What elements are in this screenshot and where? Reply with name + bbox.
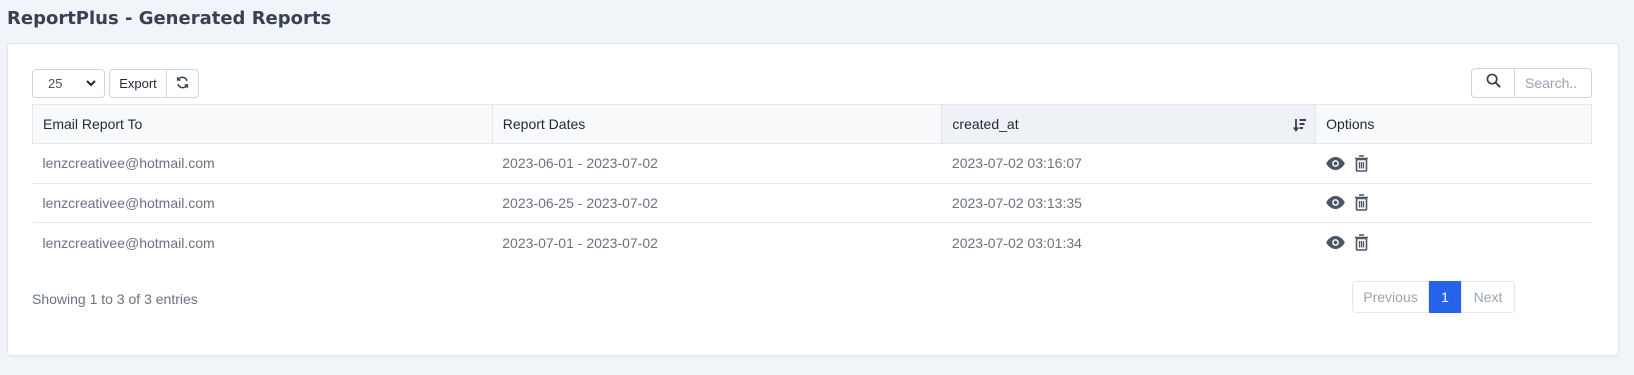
page-1-button[interactable]: 1 — [1429, 281, 1461, 313]
search-input[interactable] — [1515, 69, 1591, 97]
column-header-email[interactable]: Email Report To — [32, 104, 493, 144]
cell-email: lenzcreativee@hotmail.com — [42, 234, 215, 251]
trash-icon[interactable] — [1354, 234, 1369, 251]
column-header-created-at-label: created_at — [952, 116, 1019, 132]
cell-created-at: 2023-07-02 03:16:07 — [941, 143, 1316, 184]
cell-report-dates: 2023-06-25 - 2023-07-02 — [492, 183, 942, 223]
table-row: lenzcreativee@hotmail.com 2023-06-25 - 2… — [32, 183, 1592, 223]
search-button[interactable] — [1472, 69, 1515, 97]
cell-email: lenzcreativee@hotmail.com — [32, 183, 493, 223]
cell-created-at: 2023-07-02 03:13:35 — [941, 183, 1316, 223]
sort-desc-icon — [1293, 117, 1307, 133]
cell-email: lenzcreativee@hotmail.com — [32, 143, 493, 184]
page-title: ReportPlus - Generated Reports — [7, 8, 332, 29]
previous-page-button[interactable]: Previous — [1352, 281, 1429, 313]
page-length-value: 25 — [48, 76, 63, 91]
chevron-down-icon — [86, 78, 96, 90]
column-header-options: Options — [1315, 104, 1592, 144]
table-header-row: Email Report To Report Dates created_at — [32, 104, 1592, 144]
page-length-select[interactable]: 25 — [32, 69, 105, 98]
table-buttons: Export — [109, 69, 199, 98]
reports-table: Email Report To Report Dates created_at — [32, 104, 1592, 262]
trash-icon[interactable] — [1354, 154, 1369, 172]
eye-icon[interactable] — [1325, 236, 1345, 249]
cell-report-dates: 2023-06-01 - 2023-07-02 — [492, 143, 942, 184]
eye-icon[interactable] — [1325, 196, 1345, 210]
search-icon — [1486, 73, 1501, 93]
cell-options — [1315, 183, 1592, 223]
next-page-button[interactable]: Next — [1461, 281, 1515, 313]
trash-icon[interactable] — [1354, 194, 1369, 212]
cell-options — [1316, 223, 1592, 263]
reports-card: 25 Export Search.. Email Report To Repor… — [7, 43, 1619, 356]
cell-options — [1315, 143, 1592, 184]
table-row: lenzcreativee@hotmail.com 2023-06-01 - 2… — [32, 143, 1592, 184]
cell-created-at: 2023-07-02 03:01:34 — [951, 234, 1082, 251]
column-header-report-dates[interactable]: Report Dates — [491, 104, 943, 144]
search-box — [1471, 68, 1592, 98]
cell-report-dates: 2023-07-01 - 2023-07-02 — [502, 234, 658, 251]
table-info: Showing 1 to 3 of 3 entries — [32, 291, 198, 307]
refresh-icon — [176, 76, 189, 92]
eye-icon[interactable] — [1325, 156, 1345, 170]
pagination: Previous 1 Next — [1352, 281, 1515, 313]
column-header-created-at[interactable]: created_at — [941, 104, 1317, 144]
table-row: lenzcreativee@hotmail.com 2023-07-01 - 2… — [33, 223, 1592, 263]
refresh-button[interactable] — [167, 70, 198, 97]
export-button[interactable]: Export — [110, 70, 167, 97]
